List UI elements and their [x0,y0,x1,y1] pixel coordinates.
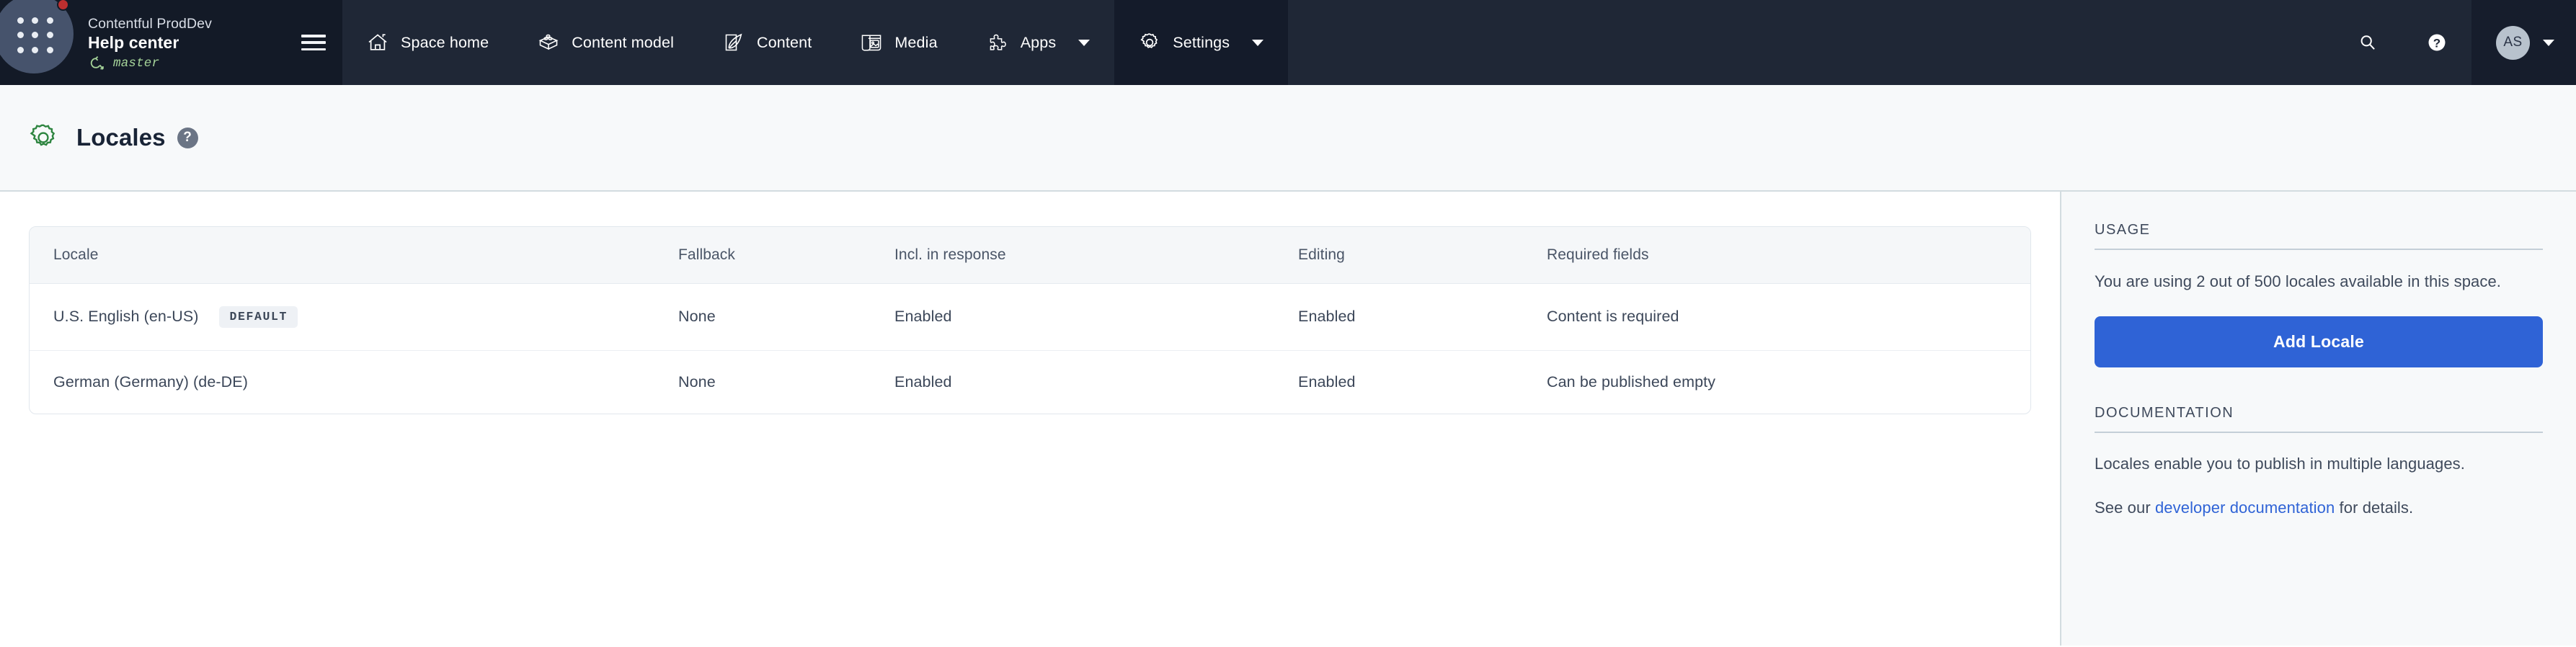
locale-name: German (Germany) (de-DE) [53,372,249,391]
usage-heading: USAGE [2095,222,2543,250]
chevron-down-icon [2543,39,2554,46]
documentation-text: Locales enable you to publish in multipl… [2095,454,2465,473]
developer-documentation-link[interactable]: developer documentation [2155,499,2335,517]
chevron-down-icon [1078,39,1091,46]
page-body: Locale Fallback Incl. in response Editin… [0,192,2576,646]
nav-item-space-home[interactable]: Space home [342,0,513,85]
add-locale-button[interactable]: Add Locale [2095,316,2543,367]
table-header-row: Locale Fallback Incl. in response Editin… [30,227,2030,284]
avatar: AS [2496,25,2530,60]
cell-locale: U.S. English (en-US) DEFAULT [30,283,678,351]
cell-editing: Enabled [1298,283,1547,351]
table-row[interactable]: U.S. English (en-US) DEFAULT None Enable… [30,283,2030,351]
puzzle-piece-icon [987,32,1008,53]
cell-editing: Enabled [1298,372,1356,391]
question-circle-icon[interactable]: ? [2402,0,2471,85]
nav-label: Apps [1020,33,1057,51]
locale-name: U.S. English (en-US) [53,308,199,326]
blocks-icon [538,32,559,53]
locales-table: Locale Fallback Incl. in response Editin… [30,227,2030,414]
cell-locale: German (Germany) (de-DE) [30,350,678,414]
space-selector[interactable]: Contentful ProdDev Help center master [0,0,342,85]
link-suffix: for details. [2335,498,2414,517]
nav-item-apps[interactable]: Apps [962,0,1115,85]
cell-incl-in-response: Enabled [894,283,1298,351]
main-content: Locale Fallback Incl. in response Editin… [0,192,2060,646]
nav-item-settings[interactable]: Settings [1114,0,1289,85]
usage-section: USAGE You are using 2 out of 500 locales… [2095,222,2543,367]
documentation-heading: DOCUMENTATION [2095,405,2543,433]
table-body: U.S. English (en-US) DEFAULT None Enable… [30,283,2030,414]
nav-item-content-model[interactable]: Content model [513,0,698,85]
page-header: Locales ? [0,85,2576,192]
quill-square-icon [723,32,745,53]
primary-nav: Space home Content model Content Media A… [342,0,2333,85]
question-mark-icon[interactable]: ? [177,127,198,148]
space-name: Help center [88,33,179,53]
link-prefix: See our [2095,498,2155,517]
organization-name: Contentful ProdDev [88,16,212,32]
gear-icon [27,122,59,153]
space-info: Contentful ProdDev Help center master [88,14,212,71]
user-menu[interactable]: AS [2471,0,2576,85]
nav-label: Content model [572,33,675,51]
nav-item-content[interactable]: Content [698,0,836,85]
documentation-link-line: See our developer documentation for deta… [2095,496,2543,521]
top-navigation-bar: Contentful ProdDev Help center master Sp… [0,0,2576,85]
environment-indicator[interactable]: master [88,55,212,71]
status-badge [57,0,69,11]
table-head: Locale Fallback Incl. in response Editin… [30,227,2030,284]
nav-label: Space home [401,33,489,51]
chevron-down-icon [1252,39,1264,46]
documentation-section: DOCUMENTATION Locales enable you to publ… [2095,405,2543,521]
column-header-editing[interactable]: Editing [1298,227,1547,284]
cell-incl-in-response: Enabled [894,372,952,391]
environment-arrow-icon [88,55,107,71]
usage-text: You are using 2 out of 500 locales avail… [2095,272,2502,290]
column-header-incl-in-response[interactable]: Incl. in response [894,227,1298,284]
locales-table-card: Locale Fallback Incl. in response Editin… [29,226,2031,414]
nav-label: Settings [1173,33,1230,51]
cell-required-fields: Content is required [1547,283,2030,351]
hamburger-menu-icon[interactable] [301,33,326,52]
cell-required-fields: Can be published empty [1547,372,1716,391]
cell-fallback: None [678,372,716,391]
nav-item-media[interactable]: Media [836,0,961,85]
home-icon [367,32,388,53]
image-frame-icon [861,32,882,53]
page-title: Locales [76,124,166,151]
cell-fallback: None [678,283,894,351]
gear-icon [1139,32,1160,53]
svg-text:?: ? [2433,36,2440,50]
nav-actions: ? AS [2333,0,2576,85]
column-header-locale[interactable]: Locale [30,227,678,284]
default-badge: DEFAULT [218,306,298,328]
table-row[interactable]: German (Germany) (de-DE) None Enabled En… [30,350,2030,414]
environment-label: master [113,55,160,71]
nav-label: Content [757,33,812,51]
column-header-required-fields[interactable]: Required fields [1547,227,2030,284]
search-icon[interactable] [2333,0,2402,85]
column-header-fallback[interactable]: Fallback [678,227,894,284]
grid-dots-icon [0,0,74,73]
app-logo[interactable] [0,0,74,73]
nav-label: Media [894,33,938,51]
sidebar: USAGE You are using 2 out of 500 locales… [2060,192,2576,646]
